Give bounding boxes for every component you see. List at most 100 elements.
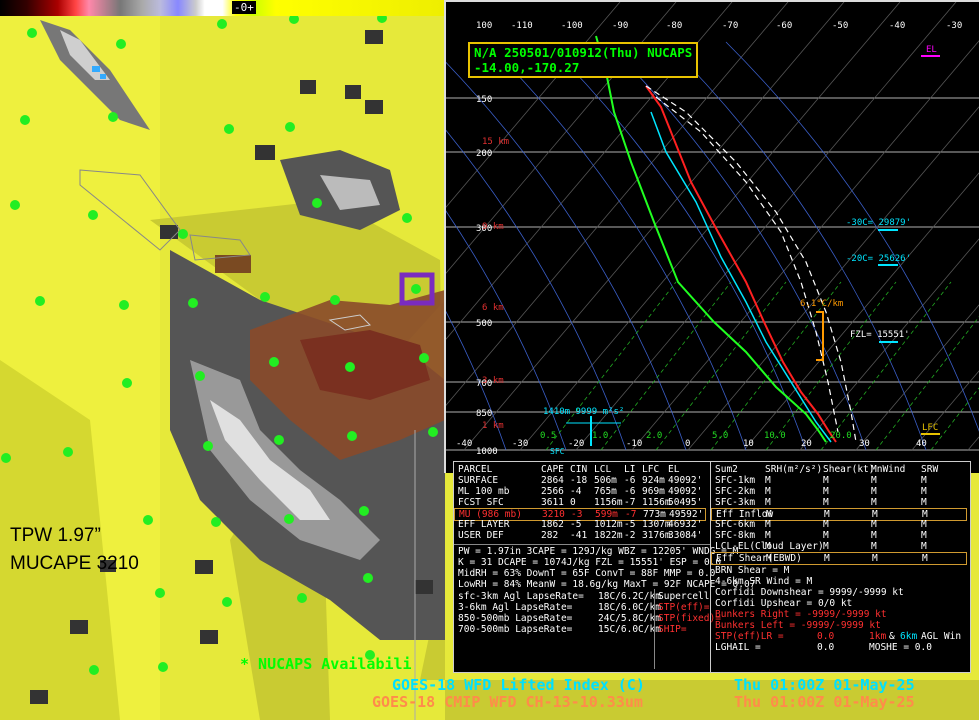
tpw-label: TPW 1.97”	[10, 525, 101, 546]
map-annotation: TPW 1.97” MUCAPE 3210	[10, 522, 139, 578]
caption-lifted-index-time: Thu 01:00Z 01-May-25	[734, 676, 915, 694]
lapse-rate-value: 15C/6.0C/km	[598, 624, 661, 635]
lapse-rate-label: 850-500mb LapseRate=	[458, 613, 573, 624]
summary-cell: M	[765, 541, 771, 552]
skewt-labels: 1502003005007008501000100 -110 -100 -90 -80-…	[456, 21, 962, 457]
summary-cell: Eff Shear(EBWD)	[716, 553, 802, 564]
top-temp-label: -90	[612, 21, 628, 31]
parcel-cell: -18	[570, 475, 588, 486]
parcel-cell: -7	[624, 497, 636, 508]
summary-line: 4-6km SR Wind = M	[715, 576, 813, 587]
summary-cell: M	[921, 519, 927, 530]
height-label: 3 km	[482, 376, 504, 386]
isotherm	[911, 370, 979, 451]
pressure-label: 1000	[476, 447, 498, 457]
stp-1km: 1km	[869, 631, 887, 642]
parcel-header-cell: LCL	[594, 464, 612, 475]
caption-lifted-index-product: GOES-18 WFD Lifted Index (C)	[392, 676, 645, 694]
table-row: Eff Shear(EBWD) M M M M	[711, 552, 967, 565]
summary-line: Corfidi Upshear = 0/0 kt	[715, 598, 853, 609]
derived-param-text: K = 31 DCAPE = 1074J/kg FZL = 15551' ESP…	[458, 557, 722, 568]
parcel-cell: 1156m	[642, 497, 671, 508]
index-label: STP(eff)=	[658, 602, 710, 613]
height-label: 6 km	[482, 303, 504, 313]
dry-adiabat	[446, 210, 567, 451]
mixing-ratio-line	[545, 281, 677, 451]
parcel-cell: 924m	[642, 475, 665, 486]
summary-cell: M	[921, 541, 927, 552]
mixing-ratio-label: 20.0	[830, 431, 852, 441]
stp-label: STP(eff)LR =	[715, 631, 784, 642]
top-temp-label: -50	[832, 21, 848, 31]
summary-header-cell: SRW	[921, 464, 939, 475]
lapse-rate-label: 6.1°C/km	[800, 299, 843, 309]
caption-ch13-time: Thu 01:00Z 01-May-25	[734, 693, 915, 711]
lapse-rate-value: 24C/5.8C/km	[598, 613, 661, 624]
parcel-cell: 1862	[541, 519, 564, 530]
pressure-label: 850	[476, 409, 492, 419]
lapse-rate-label: 700-500mb LapseRate=	[458, 624, 573, 635]
parcel-cell: 33084'	[668, 530, 703, 541]
dry-adiabat	[446, 129, 627, 451]
summary-cell: SFC-8km	[715, 530, 756, 541]
m30-label: -30C= 29879'	[846, 218, 911, 228]
sfc-label: SFC	[550, 447, 565, 456]
bottom-temp-label: -40	[456, 439, 472, 449]
bottom-temp-label: -20	[568, 439, 584, 449]
index-label: Supercell	[658, 591, 710, 602]
summary-cell: M	[765, 530, 771, 541]
dry-adiabat	[725, 41, 979, 432]
parcel-cell: SURFACE	[458, 475, 499, 486]
skewt-panel[interactable]: 150 200 300 500 700 850 1000 100 -110 -100 -90 -80-…	[444, 0, 979, 473]
top-temp-label: 100	[476, 21, 492, 31]
colorbar-legend: -0+	[0, 0, 445, 16]
parcel-header-cell: EL	[668, 464, 680, 475]
parcel-cell: -6	[624, 475, 636, 486]
dry-adiabat	[605, 41, 867, 451]
parcel-cell: 506m	[594, 475, 617, 486]
summary-cell: M	[823, 541, 829, 552]
summary-cell: M	[765, 486, 771, 497]
parcel-cell: -5	[624, 519, 636, 530]
parcel-cell: -4	[570, 486, 582, 497]
caption-ch13: GOES-18 CMIP WFD CH-13-10.33um Thu 01:00…	[372, 693, 915, 711]
stp-amp: &	[889, 631, 895, 642]
isotherm	[687, 106, 979, 451]
summary-cell: M	[823, 486, 829, 497]
parcel-cell: -41	[570, 530, 588, 541]
summary-cell: M	[765, 475, 771, 486]
parcel-cell: 2566	[541, 486, 564, 497]
summary-header-cell: SRH(m²/s²)	[765, 464, 823, 475]
parcel-cell: 1156m	[594, 497, 623, 508]
parcel-cell: 1307m	[642, 519, 671, 530]
parcel-cell: 49092'	[668, 475, 703, 486]
height-label: 15 km	[482, 137, 509, 147]
pressure-label: 200	[476, 149, 492, 159]
summary-cell: M	[871, 519, 877, 530]
summary-header-cell: Sum2	[715, 464, 738, 475]
nucaps-availability-legend: * NUCAPS Availabili	[240, 655, 412, 673]
fzl-label: FZL= 15551'	[850, 330, 910, 340]
summary-cell: M	[871, 541, 877, 552]
parcel-cell: 969m	[642, 486, 665, 497]
summary-cell: M	[922, 553, 928, 564]
summary-cell: M	[871, 497, 877, 508]
parcel-cell: FCST SFC	[458, 497, 504, 508]
summary-cell: M	[823, 475, 829, 486]
lapse-rate-label: sfc-3km Agl LapseRate=	[458, 591, 584, 602]
sounding-title-box: N/A 250501/010912(Thu) NUCAPS -14.00,-17…	[468, 42, 699, 78]
lfc-label: LFC	[922, 423, 938, 433]
dry-adiabat	[545, 41, 807, 451]
top-temp-label: -60	[776, 21, 792, 31]
top-temp-label: -30	[946, 21, 962, 31]
dewpoint-profile	[595, 35, 827, 443]
bottom-temp-label: 20	[801, 439, 812, 449]
el-label: EL	[926, 45, 937, 55]
parcel-header-cell: LI	[624, 464, 636, 475]
parcel-cell: 1822m	[594, 530, 623, 541]
divider	[654, 589, 655, 669]
pressure-label: 500	[476, 319, 492, 329]
bottom-temp-label: -10	[626, 439, 642, 449]
top-temp-label: -100	[561, 21, 583, 31]
height-label: 9 km	[482, 222, 504, 232]
